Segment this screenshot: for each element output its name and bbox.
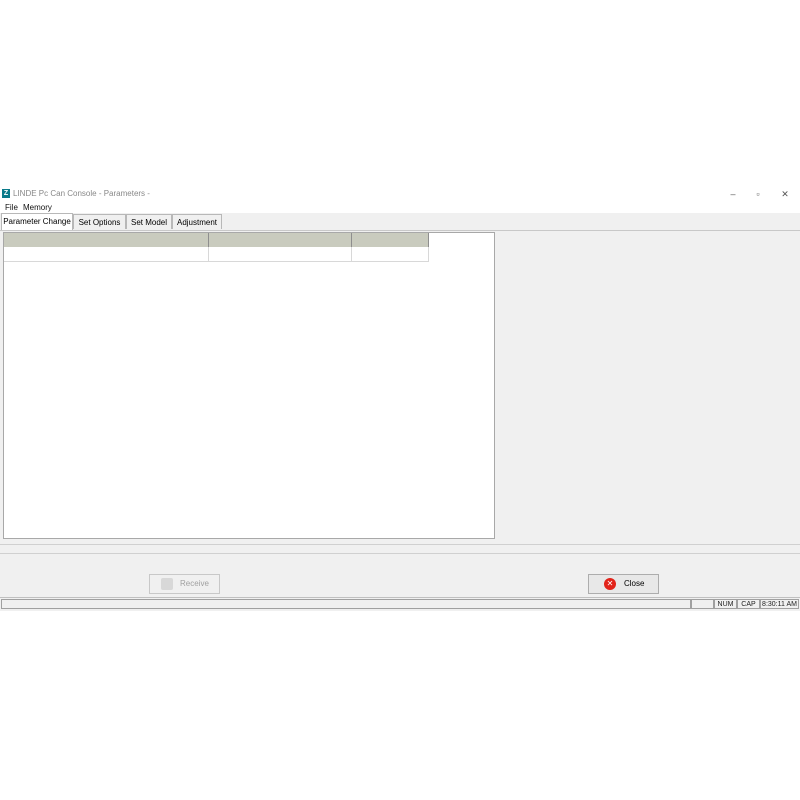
status-message-pane (1, 599, 691, 609)
maximize-button[interactable]: ▫ (750, 188, 766, 200)
tab-strip: Parameter Change Set Options Set Model A… (0, 213, 800, 231)
caps-lock-indicator: CAP (737, 599, 760, 609)
menu-file[interactable]: File (5, 203, 18, 212)
progress-bar (0, 544, 800, 554)
menu-bar: File Memory (0, 202, 800, 213)
tab-adjustment[interactable]: Adjustment (172, 214, 222, 229)
status-pane (691, 599, 714, 609)
grid-column-header[interactable] (209, 233, 352, 247)
close-red-icon: ✕ (604, 578, 616, 590)
minimize-button[interactable]: – (725, 188, 741, 200)
close-button[interactable]: ✕ Close (588, 574, 659, 594)
grid-column-header[interactable] (352, 233, 429, 247)
receive-button[interactable]: Receive (149, 574, 220, 594)
receive-button-label: Receive (180, 579, 209, 588)
grid-column-header[interactable] (4, 233, 209, 247)
window-close-button[interactable]: ✕ (777, 188, 793, 200)
status-bar: NUM CAP 8:30:11 AM (0, 597, 800, 611)
parameters-window: Z LINDE Pc Can Console - Parameters - – … (0, 186, 800, 611)
app-icon: Z (2, 189, 10, 198)
window-title: LINDE Pc Can Console - Parameters - (13, 189, 150, 198)
clock-display: 8:30:11 AM (760, 599, 799, 609)
grid-cell[interactable] (209, 247, 352, 262)
receive-icon (161, 578, 173, 590)
num-lock-indicator: NUM (714, 599, 737, 609)
grid-cell[interactable] (352, 247, 429, 262)
tab-parameter-change[interactable]: Parameter Change (1, 213, 73, 230)
parameter-grid[interactable] (3, 232, 495, 539)
tab-set-model[interactable]: Set Model (126, 214, 172, 229)
grid-cell[interactable] (4, 247, 209, 262)
title-bar: Z LINDE Pc Can Console - Parameters - – … (0, 186, 800, 202)
tab-set-options[interactable]: Set Options (73, 214, 126, 229)
close-button-label: Close (624, 579, 645, 588)
menu-memory[interactable]: Memory (23, 203, 52, 212)
